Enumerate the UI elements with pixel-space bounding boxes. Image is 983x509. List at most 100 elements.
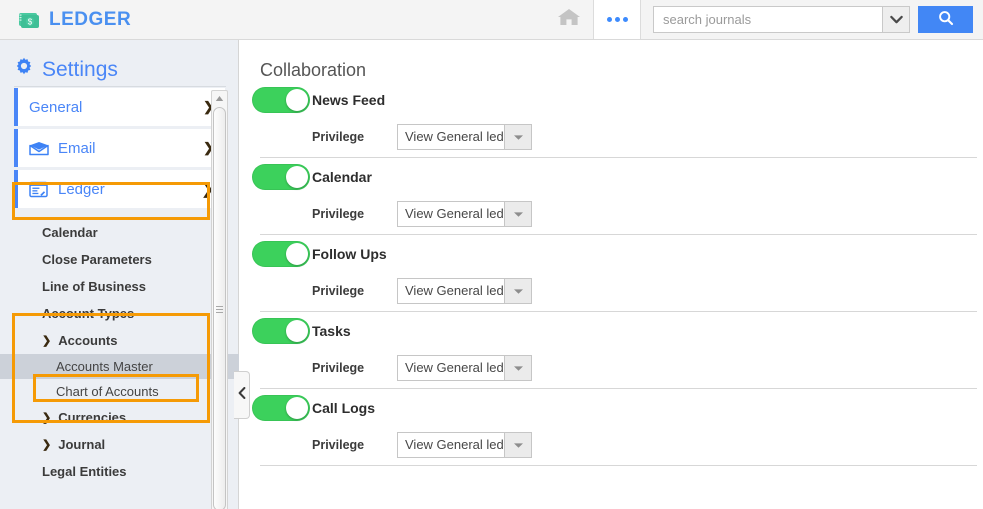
select-arrow-icon[interactable] xyxy=(504,433,531,457)
sidebar-collapse-button[interactable] xyxy=(234,371,250,419)
search-input[interactable] xyxy=(654,7,882,32)
feature-label: Calendar xyxy=(312,168,372,185)
sidebar-item-label: Accounts Master xyxy=(56,359,153,374)
search-submit-button[interactable] xyxy=(918,6,973,33)
sidebar-item-line-of-business[interactable]: Line of Business xyxy=(0,273,239,300)
home-button[interactable] xyxy=(545,0,593,39)
scrollbar-thumb[interactable] xyxy=(213,107,226,509)
section-title: Collaboration xyxy=(260,60,367,80)
sidebar-item-general[interactable]: General ❯ xyxy=(14,88,225,126)
chevron-down-icon: ❯ xyxy=(42,335,52,347)
feature-label: Call Logs xyxy=(312,399,376,416)
sidebar-item-accounts-master[interactable]: Accounts Master xyxy=(0,354,239,379)
chevron-left-icon xyxy=(238,386,246,404)
select-arrow-icon[interactable] xyxy=(504,356,531,380)
sidebar-item-chart-of-accounts[interactable]: Chart of Accounts xyxy=(0,379,239,404)
feature-label: Tasks xyxy=(312,322,351,339)
feature-row: Calendar Privilege View General ledger xyxy=(240,158,983,235)
privilege-label: Privilege xyxy=(312,207,365,221)
settings-sidebar: Settings General ❯ Email ❯ Ledger ❯ Cale… xyxy=(0,40,239,509)
select-arrow-icon[interactable] xyxy=(504,202,531,226)
feature-header: Call Logs xyxy=(252,389,983,426)
toggle-knob xyxy=(286,319,308,342)
scroll-up-arrow-icon[interactable] xyxy=(212,91,227,106)
page-title: Settings xyxy=(42,57,118,81)
sidebar-item-legal-entities[interactable]: Legal Entities xyxy=(0,458,239,485)
brand[interactable]: $ LEDGER xyxy=(0,9,131,31)
feature-toggle[interactable] xyxy=(252,394,310,421)
feature-list: News FeedPrivilegeView General ledgerCal… xyxy=(240,81,983,466)
privilege-select-value: View General ledger xyxy=(405,437,504,452)
feature-label: Follow Ups xyxy=(312,245,387,262)
feature-toggle[interactable] xyxy=(252,317,310,344)
sidebar-scrollbar[interactable] xyxy=(211,90,228,509)
chevron-right-icon: ❯ xyxy=(42,412,52,424)
search-area xyxy=(641,0,983,39)
sidebar-item-label: Calendar xyxy=(42,225,98,240)
sidebar-nav: General ❯ Email ❯ Ledger ❯ Calendar Clos… xyxy=(0,88,239,509)
app-window: $ LEDGER search journals Settings Genera… xyxy=(0,0,983,509)
privilege-select[interactable]: View General ledger xyxy=(397,355,532,381)
privilege-select[interactable]: View General ledger xyxy=(397,124,532,150)
privilege-select[interactable]: View General ledger xyxy=(397,278,532,304)
sidebar-item-email[interactable]: Email ❯ xyxy=(14,129,225,167)
more-options-button[interactable] xyxy=(593,0,641,39)
sidebar-item-label: Accounts xyxy=(58,333,118,348)
feature-header: Follow Ups xyxy=(252,235,983,272)
sidebar-item-close-parameters[interactable]: Close Parameters xyxy=(0,246,239,273)
search-scope-dropdown[interactable] xyxy=(882,7,909,32)
privilege-select-value: View General ledger xyxy=(405,360,504,375)
privilege-select-value: View General ledger xyxy=(405,283,504,298)
sidebar-item-calendar[interactable]: Calendar xyxy=(0,219,239,246)
sidebar-item-label: Account Types xyxy=(42,306,135,321)
scroll-grip-icon xyxy=(216,304,223,315)
toggle-knob xyxy=(286,165,308,188)
privilege-label: Privilege xyxy=(312,284,365,298)
feature-label: News Feed xyxy=(312,91,386,108)
privilege-row: Privilege View General ledger xyxy=(252,195,983,233)
sidebar-item-account-types[interactable]: Account Types xyxy=(0,300,239,327)
feature-row: News Feed Privilege View General ledger xyxy=(240,81,983,158)
sidebar-item-label: Ledger xyxy=(58,180,105,198)
feature-header: Calendar xyxy=(252,158,983,195)
ledger-subtree: Calendar Close Parameters Line of Busine… xyxy=(0,219,239,485)
sidebar-item-label: Line of Business xyxy=(42,279,147,294)
brand-title: LEDGER xyxy=(49,8,132,30)
sidebar-item-label: Legal Entities xyxy=(42,464,127,479)
privilege-row: Privilege View General ledger xyxy=(252,272,983,310)
sidebar-item-accounts[interactable]: ❯ Accounts xyxy=(0,327,239,354)
svg-text:$: $ xyxy=(28,17,33,26)
select-arrow-icon[interactable] xyxy=(504,279,531,303)
sidebar-item-label: General xyxy=(29,98,83,116)
select-arrow-icon[interactable] xyxy=(504,125,531,149)
privilege-row: Privilege View General ledger xyxy=(252,349,983,387)
feature-header: News Feed xyxy=(252,81,983,118)
top-bar-right xyxy=(545,0,983,39)
sidebar-item-ledger[interactable]: Ledger ❯ xyxy=(14,170,225,208)
sidebar-item-label: Journal xyxy=(58,437,106,452)
home-icon xyxy=(556,6,582,33)
feature-header: Tasks xyxy=(252,312,983,349)
feature-row: Tasks Privilege View General ledger xyxy=(240,312,983,389)
privilege-select-value: View General ledger xyxy=(405,206,504,221)
privilege-select[interactable]: View General ledger xyxy=(397,432,532,458)
row-divider xyxy=(260,465,977,466)
feature-toggle[interactable] xyxy=(252,240,310,267)
sidebar-item-journal[interactable]: ❯ Journal xyxy=(0,431,239,458)
gear-icon xyxy=(14,57,34,82)
privilege-row: Privilege View General ledger xyxy=(252,118,983,156)
feature-toggle[interactable] xyxy=(252,163,310,190)
privilege-select[interactable]: View General ledger xyxy=(397,201,532,227)
privilege-row: Privilege View General ledger xyxy=(252,426,983,464)
envelope-icon xyxy=(29,141,50,156)
sidebar-header-divider xyxy=(14,86,226,87)
privilege-select-value: View General ledger xyxy=(405,129,504,144)
sidebar-item-label: Currencies xyxy=(58,410,127,425)
sidebar-item-label: Chart of Accounts xyxy=(56,384,159,399)
feature-toggle[interactable] xyxy=(252,86,310,113)
search-box[interactable] xyxy=(653,6,910,33)
sidebar-item-currencies[interactable]: ❯ Currencies xyxy=(0,404,239,431)
privilege-label: Privilege xyxy=(312,361,365,375)
search-icon xyxy=(938,10,954,29)
sidebar-item-label: Email xyxy=(58,139,96,157)
